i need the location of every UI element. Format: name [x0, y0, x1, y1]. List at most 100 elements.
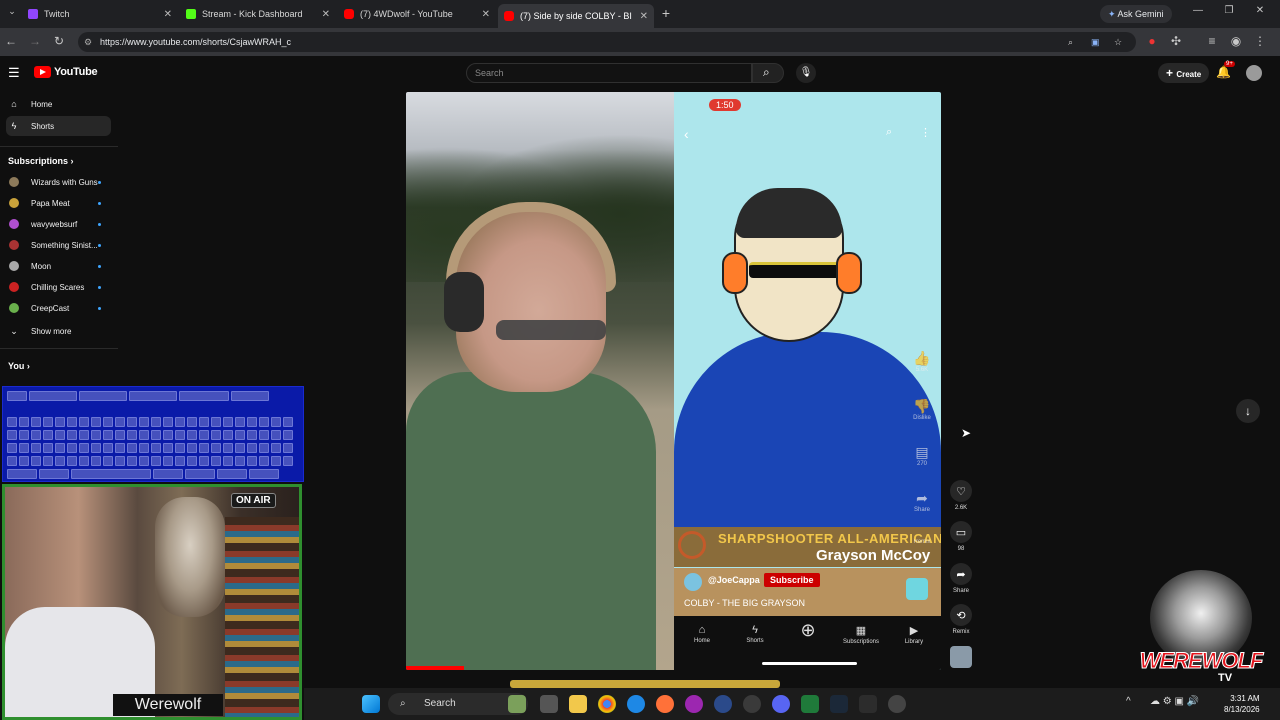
close-icon[interactable]: ✕	[164, 9, 172, 20]
subscriptions-heading[interactable]: Subscriptions ›	[8, 156, 74, 166]
steam-icon[interactable]	[830, 695, 848, 713]
app-icon[interactable]	[859, 695, 877, 713]
sidebar-item-shorts[interactable]: ϟ Shorts	[6, 116, 111, 136]
media-player-icon[interactable]	[888, 695, 906, 713]
new-content-dot	[98, 264, 101, 268]
keyboard-row	[7, 469, 279, 479]
sidebar-item-label: Wizards with Guns	[31, 177, 98, 187]
you-heading[interactable]: You ›	[8, 361, 30, 371]
obs-icon[interactable]	[743, 695, 761, 713]
cartoon-hair	[736, 188, 842, 238]
media-control-icon[interactable]: ≡	[1204, 34, 1220, 48]
forward-button[interactable]: →	[27, 34, 43, 48]
sidebar-item-label: wavywebsurf	[31, 219, 78, 229]
ask-gemini-button[interactable]: ✦ Ask Gemini	[1100, 5, 1172, 23]
site-info-icon[interactable]: ⚙	[84, 32, 92, 52]
new-tab-button[interactable]: +	[658, 5, 674, 21]
edge-icon[interactable]	[627, 695, 645, 713]
subscribe-button: Subscribe	[764, 573, 820, 587]
chevron-right-icon: ›	[70, 156, 74, 166]
window-close-button[interactable]: ✕	[1252, 5, 1268, 16]
taskbar-search[interactable]: ⌕ Search	[388, 693, 528, 715]
share-button[interactable]: ➦ Share	[948, 563, 974, 594]
tab-side-by-side-colby[interactable]: (7) Side by side COLBY - BI ✕	[498, 4, 654, 28]
sidebar-sub-moon[interactable]: Moon	[6, 256, 111, 276]
progress-bar[interactable]	[406, 666, 464, 670]
like-button[interactable]: ♡ 2.6K	[948, 480, 974, 511]
tray-icons[interactable]: ☁ ⚙ ▣ 🔊	[1150, 696, 1199, 707]
channel-avatar	[9, 198, 19, 208]
tab-4wdwolf-youtube[interactable]: (7) 4WDwolf - YouTube ✕	[338, 4, 496, 24]
sidebar-sub-wavywebsurf[interactable]: wavywebsurf	[6, 214, 111, 234]
task-view-icon[interactable]	[540, 695, 558, 713]
app-nav-shorts: ϟ Shorts	[735, 624, 775, 644]
search-input[interactable]: Search	[466, 63, 752, 83]
taskbar-clock[interactable]: 3:31 AM 8/13/2026	[1224, 693, 1260, 715]
account-avatar[interactable]	[1246, 65, 1262, 81]
shorts-video-player[interactable]: 1:50 ‹ ⌕ ⋮ 👍 5.6K 👎 Dislike ▤ 270 ➦ Share SH…	[406, 92, 941, 670]
windows-start-icon[interactable]	[362, 695, 380, 713]
minimize-button[interactable]: —	[1190, 5, 1206, 16]
excel-icon[interactable]	[801, 695, 819, 713]
heart-icon: ♡	[950, 480, 972, 502]
sidebar-sub-something-sinister[interactable]: Something Sinist...	[6, 235, 111, 255]
sidebar-sub-creepcast[interactable]: CreepCast	[6, 298, 111, 318]
sidebar-item-home[interactable]: ⌂ Home	[6, 94, 111, 114]
inner-dislike: 👎 Dislike	[908, 398, 936, 421]
back-arrow-icon: ‹	[684, 126, 689, 142]
remix-button[interactable]: ⟲ Remix	[948, 604, 974, 635]
reload-button[interactable]: ↻	[51, 34, 67, 48]
profile-avatar[interactable]: ◉	[1228, 34, 1244, 48]
channel-thumbnail[interactable]	[950, 646, 972, 668]
phone-status-time: 1:50	[709, 99, 741, 111]
short-title: COLBY - THE BIG GRAYSON	[684, 598, 806, 608]
tab-search-icon[interactable]: ⌄	[4, 6, 20, 17]
sidebar-sub-papa-meat[interactable]: Papa Meat	[6, 193, 111, 213]
close-icon[interactable]: ✕	[640, 11, 648, 22]
webcam-feed: ON AIR	[2, 484, 302, 720]
search-button[interactable]: ⌕	[752, 63, 784, 83]
chrome-icon[interactable]	[598, 695, 616, 713]
extension-icon[interactable]: ●	[1144, 34, 1160, 48]
right-video-panel: 1:50 ‹ ⌕ ⋮ 👍 5.6K 👎 Dislike ▤ 270 ➦ Share SH…	[674, 92, 941, 670]
chevron-right-icon: ›	[26, 361, 30, 371]
sidebar-sub-wizards-with-guns[interactable]: Wizards with Guns	[6, 172, 111, 192]
youtube-logo[interactable]: YouTube	[34, 66, 98, 78]
discord-icon[interactable]	[772, 695, 790, 713]
install-app-icon[interactable]: ▣	[1091, 32, 1100, 52]
app-icon[interactable]	[714, 695, 732, 713]
you-heading-label: You	[8, 361, 25, 371]
app-icon[interactable]	[685, 695, 703, 713]
widgets-icon[interactable]	[508, 695, 526, 713]
share-label: Share	[952, 588, 969, 594]
bookmark-star-icon[interactable]: ☆	[1114, 32, 1122, 52]
maximize-button[interactable]: ❐	[1221, 5, 1237, 16]
create-button[interactable]: + Create	[1158, 63, 1210, 83]
extensions-puzzle-icon[interactable]: ✣	[1168, 34, 1184, 48]
firefox-icon[interactable]	[656, 695, 674, 713]
back-button[interactable]: ←	[3, 34, 19, 48]
file-explorer-icon[interactable]	[569, 695, 587, 713]
sidebar-item-label: Chilling Scares	[31, 282, 85, 292]
close-icon[interactable]: ✕	[322, 9, 330, 20]
ask-gemini-label: Ask Gemini	[1117, 9, 1164, 19]
zoom-icon[interactable]: ⌕	[1068, 32, 1073, 52]
close-icon[interactable]: ✕	[482, 9, 490, 20]
chevron-up-icon[interactable]: ^	[1126, 696, 1131, 707]
tab-twitch[interactable]: Twitch ✕	[22, 4, 178, 24]
browser-menu-icon[interactable]: ⋮	[1252, 34, 1268, 48]
comments-button[interactable]: ▭ 98	[948, 521, 974, 552]
sidebar-sub-chilling-scares[interactable]: Chilling Scares	[6, 277, 111, 297]
next-short-button[interactable]: ↓	[1236, 399, 1260, 423]
hamburger-menu-icon[interactable]: ☰	[8, 65, 20, 81]
logo-sub: TV	[1218, 672, 1233, 684]
keyboard-row	[7, 391, 269, 401]
next-video-preview	[510, 680, 780, 688]
url-field[interactable]: ⚙ https://www.youtube.com/shorts/CsjawWR…	[78, 32, 1136, 52]
sidebar-show-more[interactable]: ⌄ Show more	[6, 321, 111, 341]
cartoon-sunglasses	[749, 262, 849, 278]
tab-kick-dashboard[interactable]: Stream - Kick Dashboard ✕	[180, 4, 336, 24]
app-nav-library: ▶ Library	[894, 624, 934, 645]
voice-search-button[interactable]: 🎙	[796, 63, 816, 83]
notifications-bell-icon[interactable]: 🔔	[1216, 65, 1231, 79]
